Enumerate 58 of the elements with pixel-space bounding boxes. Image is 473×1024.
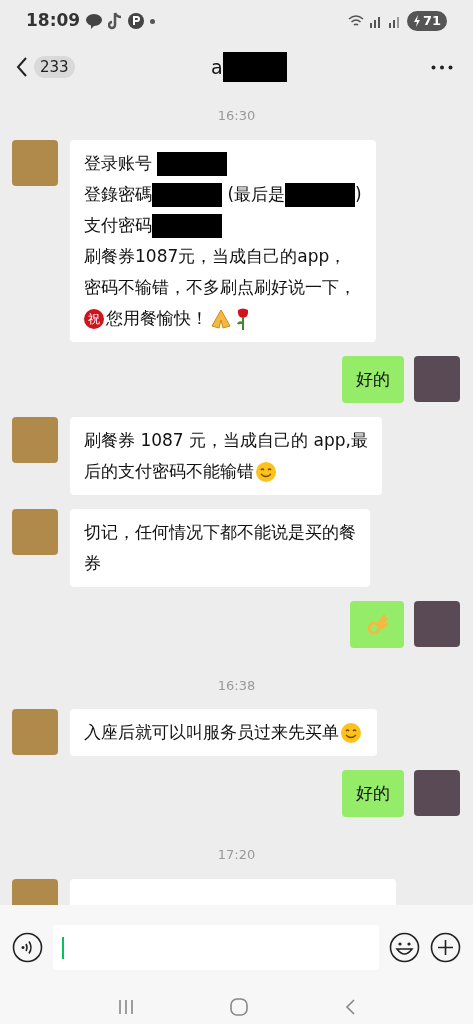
back-button[interactable]: 233 xyxy=(16,55,75,79)
smile-emoji-icon xyxy=(340,722,362,744)
redaction-block xyxy=(152,182,222,207)
message-bubble[interactable]: 刷餐券 1087 元，当成自己的 app,最 后的支付密码不能输错 xyxy=(70,416,382,495)
message-text: ) xyxy=(355,183,362,204)
message-text: 后的支付密码不能输错 xyxy=(84,460,254,481)
blessing-badge: 祝 xyxy=(84,308,104,329)
message-text: 刷餐券 1087 元，当成自己的 app,最 xyxy=(84,429,368,450)
back-icon xyxy=(16,57,28,77)
message-bubble[interactable]: 好的 xyxy=(342,355,404,403)
message-text: 密码不输错，不多刷点刷好说一下， xyxy=(84,276,356,297)
message-text: 刷餐券1087元，当成自己的app， xyxy=(84,245,347,266)
redaction-block xyxy=(157,151,228,176)
message-text: 登錄密碼 xyxy=(84,183,152,204)
rose-icon xyxy=(235,306,251,331)
unread-count: 233 xyxy=(34,55,75,79)
message-text: 好的 xyxy=(356,368,390,389)
signal-icon xyxy=(368,14,383,28)
back-icon[interactable] xyxy=(344,999,355,1015)
message-bubble[interactable]: 入座后就可以叫服务员过来先买单 xyxy=(70,709,377,756)
message-text: 入座后就可以叫服务员过来先买单 xyxy=(84,722,339,742)
message-text: 您用餐愉快！ xyxy=(106,307,208,328)
chat-title: a xyxy=(211,54,223,80)
redaction-block xyxy=(222,52,287,82)
message-text: 券 xyxy=(84,552,101,573)
recent-apps-icon[interactable] xyxy=(118,1000,135,1014)
timestamp: 16:38 xyxy=(217,676,256,695)
avatar-photo-placeholder[interactable] xyxy=(414,600,460,647)
smile-emoji-icon xyxy=(255,460,277,483)
message-bubble[interactable] xyxy=(350,600,404,648)
avatar-photo-placeholder[interactable] xyxy=(414,355,460,402)
battery-indicator: 71 xyxy=(406,11,447,31)
status-time: 18:09 xyxy=(26,9,81,33)
wifi-icon xyxy=(347,14,364,28)
signal-icon xyxy=(387,14,402,28)
message-text: 登录账号 xyxy=(84,152,153,173)
music-note-icon xyxy=(108,12,123,30)
message-input[interactable] xyxy=(53,925,379,970)
timestamp: 17:20 xyxy=(217,846,256,864)
chat-app-icon xyxy=(86,13,103,29)
more-icon xyxy=(431,64,453,70)
message-text: 好的 xyxy=(356,783,390,803)
message-text: 支付密码 xyxy=(84,214,152,235)
add-icon[interactable] xyxy=(430,932,461,963)
voice-icon[interactable] xyxy=(12,932,43,963)
timestamp: 16:30 xyxy=(217,107,256,125)
message-text: (最后是 xyxy=(226,183,286,204)
redaction-block xyxy=(285,182,356,207)
redaction-block xyxy=(152,213,222,238)
message-text: 切记，任何情况下都不能说是买的餐 xyxy=(84,521,356,542)
dot-icon xyxy=(150,18,156,24)
emoji-icon[interactable] xyxy=(389,932,420,963)
message-bubble[interactable]: 切记，任何情况下都不能说是买的餐 券 xyxy=(70,508,370,587)
message-bubble[interactable]: 登录账号 登錄密碼 (最后是 ) 支付密码 刷餐券1087元，当成自己的app， 密码不输错，不多刷点刷好说一下， 祝 您用餐愉快！ xyxy=(70,139,376,342)
home-icon[interactable] xyxy=(230,998,249,1016)
p-circle-icon xyxy=(128,13,145,29)
charging-bolt-icon xyxy=(412,15,421,27)
message-bubble[interactable]: 好的 xyxy=(342,770,404,817)
